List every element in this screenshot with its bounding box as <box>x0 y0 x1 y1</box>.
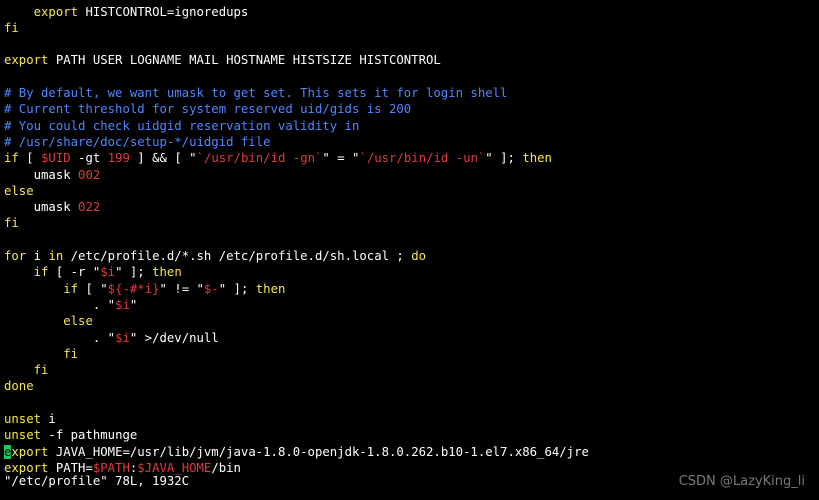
code-line: fi <box>4 346 78 362</box>
code-token: `/usr/bin/id -gn` <box>196 151 323 166</box>
code-token: 002 <box>78 167 101 182</box>
code-token: [ <box>18 151 42 166</box>
code-line: export PATH USER LOGNAME MAIL HOSTNAME H… <box>4 52 441 68</box>
code-line: unset -f pathmunge <box>4 427 137 443</box>
code-line: . "$i" >/dev/null <box>4 330 219 346</box>
code-token: " = " <box>322 151 360 166</box>
code-line: if [ "${-#*i}" != "$-" ]; then <box>4 281 285 297</box>
vim-status-line: "/etc/profile" 78L, 1932C <box>4 474 190 488</box>
code-line: export HISTCONTROL=ignoredups <box>4 4 249 20</box>
code-token: /etc/profile.d/*.sh /etc/profile.d/sh.lo… <box>63 249 412 263</box>
code-line: for i in /etc/profile.d/*.sh /etc/profil… <box>4 248 426 264</box>
code-token: export <box>33 4 79 19</box>
code-token: # By default, we want umask to get set. … <box>4 86 508 100</box>
code-token: then <box>522 151 552 166</box>
code-token: $i <box>115 297 130 312</box>
code-token: in <box>48 249 64 263</box>
code-token: ${-#*i} <box>107 281 160 296</box>
code-token: HISTCONTROL=ignoredups <box>78 4 249 19</box>
code-token: fi <box>4 216 19 231</box>
code-line: fi <box>4 362 49 378</box>
code-token: else <box>4 183 34 198</box>
code-token: do <box>411 249 427 263</box>
code-token: $UID <box>41 151 71 166</box>
code-token: 022 <box>78 200 101 215</box>
code-line: else <box>4 313 93 329</box>
code-token: done <box>4 379 34 394</box>
code-token: umask <box>4 200 79 215</box>
code-token: fi <box>4 20 19 35</box>
code-token: `/usr/bin/id -un` <box>359 151 486 166</box>
code-line: else <box>4 183 34 199</box>
code-token: if <box>33 265 49 280</box>
code-token: -f pathmunge <box>41 428 138 443</box>
code-token: JAVA_HOME=/usr/lib/jvm/java-1.8.0-openjd… <box>48 444 589 459</box>
terminal-window[interactable]: export HISTCONTROL=ignoredups fi export PA… <box>0 0 819 500</box>
watermark-text: CSDN @LazyKing_li <box>678 474 805 489</box>
code-line: . "$i" <box>4 297 137 313</box>
code-token: " ]; <box>485 151 523 166</box>
code-token: fi <box>33 363 49 378</box>
code-token: if <box>4 151 19 166</box>
code-token: for <box>4 249 27 263</box>
code-line: # /usr/share/doc/setup-*/uidgid file <box>4 134 271 150</box>
code-token: i <box>41 412 56 426</box>
code-token: [ " <box>78 281 108 296</box>
code-token: export <box>4 53 49 68</box>
code-token: $- <box>203 281 219 296</box>
code-token: 199 <box>107 151 130 166</box>
code-line: # You could check uidgid reservation val… <box>4 118 359 134</box>
code-line: unset i <box>4 411 56 427</box>
code-token: # You could check uidgid reservation val… <box>4 118 360 133</box>
code-token: " ]; <box>115 265 153 280</box>
code-token: then <box>152 265 182 280</box>
code-token: $i <box>115 330 130 345</box>
code-token: $i <box>100 265 116 280</box>
code-token: [ -r " <box>48 265 101 280</box>
code-line: done <box>4 378 34 394</box>
code-line: # By default, we want umask to get set. … <box>4 85 507 101</box>
code-line: umask 002 <box>4 167 101 183</box>
code-token: " >/dev/null <box>129 330 219 345</box>
code-token: /bin <box>211 460 241 475</box>
code-token: then <box>255 281 286 296</box>
code-token: unset <box>4 428 42 443</box>
code-line: umask 022 <box>4 199 101 215</box>
code-token: . " <box>4 297 116 312</box>
code-line: if [ -r "$i" ]; then <box>4 264 182 280</box>
code-line: export JAVA_HOME=/usr/lib/jvm/java-1.8.0… <box>4 444 589 460</box>
code-line: if [ $UID -gt 199 ] && [ "`/usr/bin/id -… <box>4 150 552 166</box>
code-token: " != " <box>159 281 204 296</box>
code-token: ] && [ " <box>129 151 197 166</box>
code-token: " ]; <box>218 281 256 296</box>
code-token: PATH USER LOGNAME MAIL HOSTNAME HISTSIZE… <box>48 53 441 68</box>
code-token: if <box>63 281 79 296</box>
code-token: # Current threshold for system reserved … <box>4 102 412 117</box>
code-token: i <box>26 249 49 263</box>
code-token: -gt <box>70 151 108 166</box>
code-token: . " <box>4 330 116 345</box>
code-token: fi <box>63 346 79 361</box>
code-line: fi <box>4 215 19 231</box>
code-token: # /usr/share/doc/setup-*/uidgid file <box>4 134 271 149</box>
code-token: " <box>129 297 138 312</box>
code-line: fi <box>4 20 19 36</box>
code-token: else <box>63 314 93 329</box>
code-token: unset <box>4 412 42 426</box>
code-token: xport <box>11 444 49 459</box>
code-line: # Current threshold for system reserved … <box>4 101 411 117</box>
code-token: umask <box>4 167 79 182</box>
